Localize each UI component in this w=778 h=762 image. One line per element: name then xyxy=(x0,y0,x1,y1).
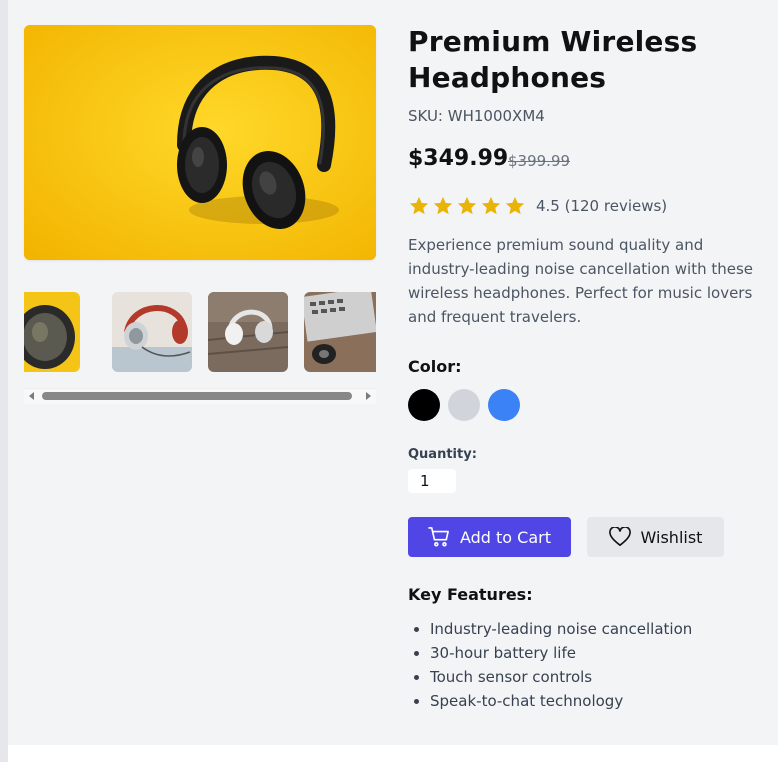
star-icon xyxy=(457,196,477,215)
star-icon xyxy=(481,196,501,215)
star-icon xyxy=(505,196,525,215)
thumbnail-3[interactable] xyxy=(208,292,288,372)
color-label: Color: xyxy=(408,357,462,376)
star-icon xyxy=(409,196,429,215)
thumbnail-scrollbar[interactable] xyxy=(24,388,376,404)
wishlist-button[interactable]: Wishlist xyxy=(587,517,724,557)
headphones-silver-red-image xyxy=(112,292,192,372)
quantity-label: Quantity: xyxy=(408,447,477,462)
wishlist-label: Wishlist xyxy=(640,527,703,547)
product-rating: 4.5 (120 reviews) xyxy=(408,194,667,218)
cart-icon xyxy=(428,527,450,547)
thumbnail-1[interactable] xyxy=(24,292,80,372)
add-to-cart-button[interactable]: Add to Cart xyxy=(408,517,571,557)
rating-text: 4.5 (120 reviews) xyxy=(536,197,668,215)
product-main-image xyxy=(24,25,376,260)
features-list: Industry-leading noise cancellation30-ho… xyxy=(408,617,692,713)
headphones-laptop-desk-image xyxy=(304,292,376,372)
add-to-cart-label: Add to Cart xyxy=(459,527,552,547)
thumbnail-2[interactable] xyxy=(112,292,192,372)
scrollbar-thumb[interactable] xyxy=(42,392,352,400)
feature-item: Touch sensor controls xyxy=(430,665,692,689)
color-swatch-blue[interactable] xyxy=(488,389,520,421)
original-price: $399.99 xyxy=(508,152,571,170)
product-page: Premium Wireless Headphones SKU: WH1000X… xyxy=(8,0,778,745)
thumbnail-strip[interactable] xyxy=(24,292,376,372)
product-description: Experience premium sound quality and ind… xyxy=(408,236,754,326)
scroll-right-icon[interactable] xyxy=(366,392,371,400)
color-swatch-silver[interactable] xyxy=(448,389,480,421)
features-title: Key Features: xyxy=(408,585,533,604)
footer-strip xyxy=(8,745,778,762)
quantity-input[interactable] xyxy=(408,469,456,493)
thumbnail-4[interactable] xyxy=(304,292,376,372)
heart-icon xyxy=(608,527,631,547)
feature-item: Industry-leading noise cancellation xyxy=(430,617,692,641)
feature-item: 30-hour battery life xyxy=(430,641,692,665)
product-price: $349.99 xyxy=(408,146,509,171)
feature-item: Speak-to-chat technology xyxy=(430,689,692,713)
product-sku: SKU: WH1000XM4 xyxy=(408,107,545,125)
headphones-closeup-image xyxy=(24,292,80,372)
scroll-left-icon[interactable] xyxy=(29,392,34,400)
headphones-on-wood-image xyxy=(208,292,288,372)
product-title: Premium Wireless Headphones xyxy=(408,25,698,94)
color-swatch-black[interactable] xyxy=(408,389,440,421)
star-icon xyxy=(433,196,453,215)
headphones-image xyxy=(24,25,376,260)
star-rating xyxy=(408,195,528,217)
